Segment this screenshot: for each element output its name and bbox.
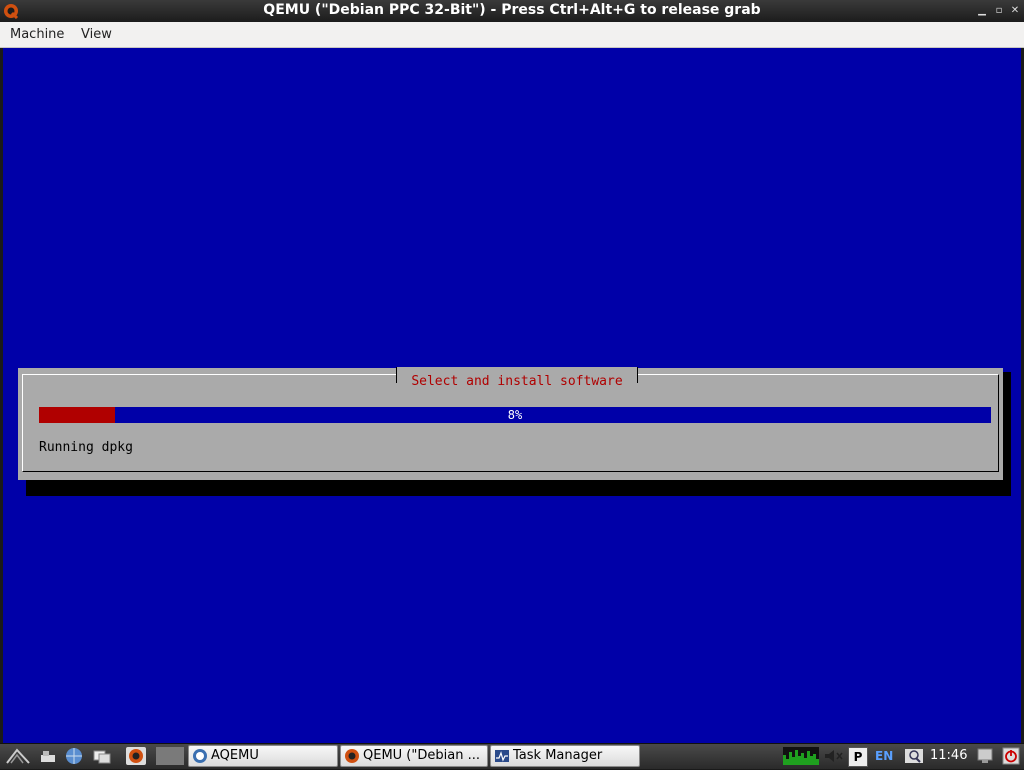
qemu-icon xyxy=(344,748,360,764)
power-icon[interactable] xyxy=(1002,747,1020,765)
minimize-icon[interactable]: ▁ xyxy=(974,3,990,19)
dialog-shadow xyxy=(26,478,1011,496)
task-manager-icon xyxy=(494,748,510,764)
guest-screen[interactable]: Select and install software 8% Running d… xyxy=(3,48,1021,743)
taskbar: AQEMU QEMU ("Debian ... Task Manager P E… xyxy=(0,743,1024,769)
keyboard-layout[interactable]: EN xyxy=(875,747,893,765)
show-desktop-icon[interactable] xyxy=(38,747,58,765)
cpu-monitor-icon[interactable] xyxy=(783,747,819,765)
menu-view[interactable]: View xyxy=(81,27,112,42)
status-text: Running dpkg xyxy=(39,440,133,455)
menu-logo-icon[interactable] xyxy=(4,747,32,765)
clipboard-icon[interactable]: P xyxy=(848,747,868,767)
menu-machine[interactable]: Machine xyxy=(10,27,64,42)
task-task-manager[interactable]: Task Manager xyxy=(490,745,640,767)
task-label: Task Manager xyxy=(513,748,603,763)
task-qemu[interactable]: QEMU ("Debian ... xyxy=(340,745,488,767)
browser-icon[interactable] xyxy=(64,747,84,765)
task-aqemu[interactable]: AQEMU xyxy=(188,745,338,767)
menu-bar: Machine View xyxy=(0,22,1024,48)
lock-screen-icon[interactable] xyxy=(976,747,994,765)
dialog-frame: Select and install software 8% Running d… xyxy=(22,367,999,472)
install-dialog: Select and install software 8% Running d… xyxy=(18,367,1003,480)
dialog-title: Select and install software xyxy=(411,374,623,389)
clock[interactable]: 11:46 xyxy=(930,747,967,765)
progress-bar: 8% xyxy=(39,407,991,423)
aqemu-icon xyxy=(192,748,208,764)
window-title: QEMU ("Debian PPC 32-Bit") - Press Ctrl+… xyxy=(263,2,761,18)
maximize-icon[interactable]: ▫ xyxy=(991,3,1007,19)
taskbar-separator xyxy=(156,747,184,765)
window-titlebar[interactable]: QEMU ("Debian PPC 32-Bit") - Press Ctrl+… xyxy=(0,0,1024,22)
task-label: QEMU ("Debian ... xyxy=(363,748,480,763)
qemu-launcher-icon[interactable] xyxy=(126,747,146,765)
network-search-icon[interactable] xyxy=(904,747,924,765)
task-label: AQEMU xyxy=(211,748,259,763)
volume-icon[interactable] xyxy=(823,747,845,765)
windows-icon[interactable] xyxy=(92,747,112,765)
progress-percent: 8% xyxy=(507,408,523,422)
close-icon[interactable]: ✕ xyxy=(1007,3,1023,19)
